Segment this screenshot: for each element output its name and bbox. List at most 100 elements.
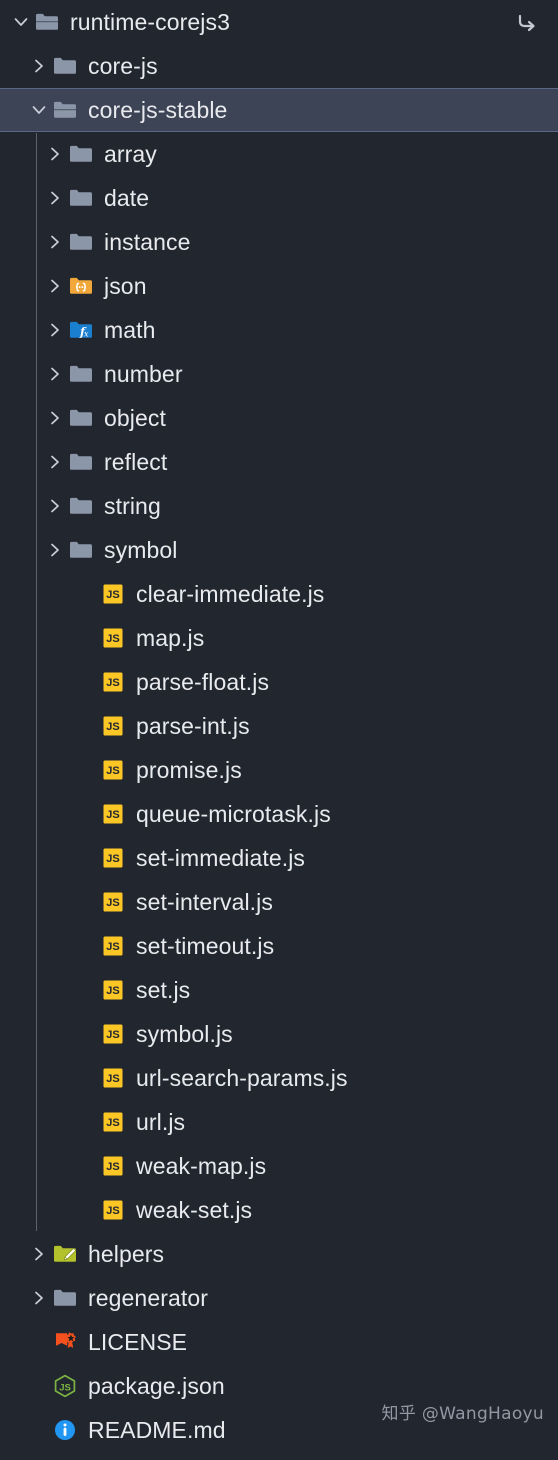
tree-item-label: map.js [136,625,205,651]
tree-file-readme-md[interactable]: README.md [0,1408,558,1452]
javascript-icon: JS [100,1153,126,1179]
tree-file-package-json[interactable]: JS package.json [0,1364,558,1408]
folder-icon [68,405,94,431]
tree-file-set-timeout-js[interactable]: JS set-timeout.js [0,924,558,968]
file-tree[interactable]: runtime-corejs3 core-js core-js-stable arra… [0,0,558,1460]
tree-item-label: core-js-stable [88,97,228,123]
chevron-right-icon[interactable] [42,132,68,176]
tree-file-weak-map-js[interactable]: JS weak-map.js [0,1144,558,1188]
svg-text:JS: JS [106,589,119,601]
chevron-right-icon[interactable] [26,1232,52,1276]
folder-icon [52,53,78,79]
svg-text:JS: JS [106,941,119,953]
chevron-right-icon[interactable] [42,484,68,528]
tree-file-set-js[interactable]: JS set.js [0,968,558,1012]
tree-item-label: set-interval.js [136,889,273,915]
chevron-right-icon[interactable] [42,220,68,264]
tree-item-label: instance [104,229,191,255]
javascript-icon: JS [100,1109,126,1135]
tree-folder-object[interactable]: object [0,396,558,440]
tree-file-set-interval-js[interactable]: JS set-interval.js [0,880,558,924]
tree-folder-number[interactable]: number [0,352,558,396]
chevron-right-icon[interactable] [26,1276,52,1320]
chevron-right-icon[interactable] [42,176,68,220]
svg-text:JS: JS [106,897,119,909]
javascript-icon: JS [100,845,126,871]
tree-file-url-search-params-js[interactable]: JS url-search-params.js [0,1056,558,1100]
svg-text:JS: JS [106,1117,119,1129]
svg-text:x: x [84,329,89,338]
tree-file-set-immediate-js[interactable]: JS set-immediate.js [0,836,558,880]
tree-folder-string[interactable]: string [0,484,558,528]
tree-file-weak-set-js[interactable]: JS weak-set.js [0,1188,558,1232]
tree-item-label: package.json [88,1373,225,1399]
javascript-icon: JS [100,581,126,607]
tree-file-license[interactable]: LICENSE [0,1320,558,1364]
svg-text:JS: JS [106,809,119,821]
tree-folder-helpers[interactable]: helpers [0,1232,558,1276]
javascript-icon: JS [100,801,126,827]
chevron-right-icon[interactable] [42,396,68,440]
tree-item-label: clear-immediate.js [136,581,325,607]
tree-folder-core-js-stable[interactable]: core-js-stable [0,88,558,132]
tree-item-label: queue-microtask.js [136,801,331,827]
tree-item-label: parse-float.js [136,669,270,695]
tree-item-label: set-immediate.js [136,845,306,871]
folder-helpers-icon [52,1241,78,1267]
folder-open-icon [52,97,78,123]
svg-text:JS: JS [106,1073,119,1085]
tree-item-label: symbol [104,537,178,563]
tree-folder-json[interactable]: json [0,264,558,308]
folder-icon [68,141,94,167]
tree-item-label: array [104,141,157,167]
chevron-right-icon[interactable] [42,440,68,484]
svg-text:JS: JS [106,853,119,865]
tree-item-label: object [104,405,166,431]
folder-icon [68,493,94,519]
javascript-icon: JS [100,1197,126,1223]
svg-text:JS: JS [106,633,119,645]
tree-folder-instance[interactable]: instance [0,220,558,264]
chevron-right-icon[interactable] [42,528,68,572]
tree-item-label: weak-map.js [136,1153,267,1179]
tree-file-parse-float-js[interactable]: JS parse-float.js [0,660,558,704]
javascript-icon: JS [100,977,126,1003]
folder-icon [68,449,94,475]
folder-open-icon [34,9,60,35]
tree-file-clear-immediate-js[interactable]: JS clear-immediate.js [0,572,558,616]
tree-folder-reflect[interactable]: reflect [0,440,558,484]
tree-file-map-js[interactable]: JS map.js [0,616,558,660]
svg-text:JS: JS [106,1205,119,1217]
tree-folder-math[interactable]: f x math [0,308,558,352]
tree-folder-runtime-corejs3[interactable]: runtime-corejs3 [0,0,558,44]
chevron-down-icon[interactable] [8,0,34,44]
folder-icon [68,185,94,211]
tree-item-label: runtime-corejs3 [70,9,230,35]
tree-file-queue-microtask-js[interactable]: JS queue-microtask.js [0,792,558,836]
tree-folder-regenerator[interactable]: regenerator [0,1276,558,1320]
chevron-right-icon[interactable] [26,44,52,88]
tree-folder-date[interactable]: date [0,176,558,220]
tree-file-symbol-js[interactable]: JS symbol.js [0,1012,558,1056]
svg-text:JS: JS [106,677,119,689]
tree-file-promise-js[interactable]: JS promise.js [0,748,558,792]
javascript-icon: JS [100,1021,126,1047]
tree-folder-array[interactable]: array [0,132,558,176]
chevron-down-icon[interactable] [26,88,52,132]
tree-item-label: symbol.js [136,1021,233,1047]
tree-file-url-js[interactable]: JS url.js [0,1100,558,1144]
folder-icon [68,361,94,387]
tree-item-label: promise.js [136,757,242,783]
tree-file-parse-int-js[interactable]: JS parse-int.js [0,704,558,748]
javascript-icon: JS [100,933,126,959]
chevron-right-icon[interactable] [42,264,68,308]
svg-text:JS: JS [106,1161,119,1173]
chevron-right-icon[interactable] [42,308,68,352]
tree-folder-core-js[interactable]: core-js [0,44,558,88]
javascript-icon: JS [100,1065,126,1091]
folder-math-icon: fx [68,317,94,343]
javascript-icon: JS [100,713,126,739]
tree-folder-symbol[interactable]: symbol [0,528,558,572]
chevron-right-icon[interactable] [42,352,68,396]
tree-item-label: math [104,317,156,343]
